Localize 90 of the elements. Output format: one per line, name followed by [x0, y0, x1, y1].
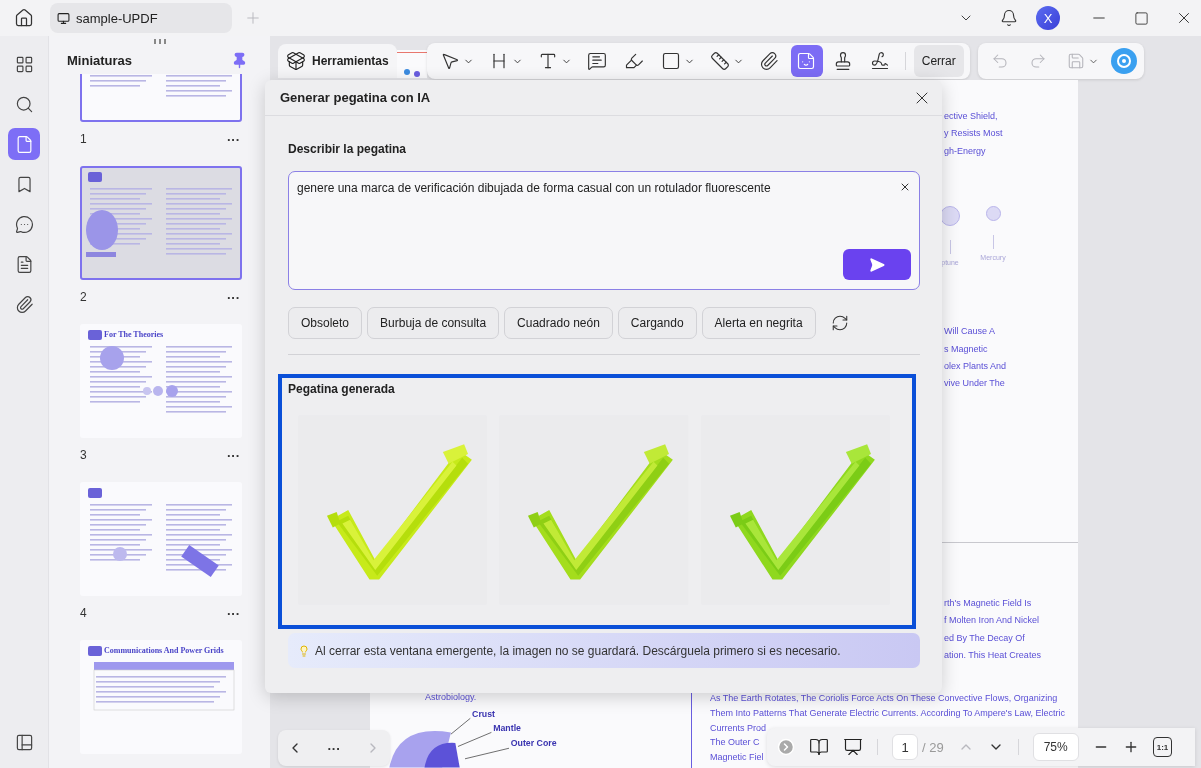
- suggestion-chip[interactable]: Cuadrado neón: [504, 307, 613, 339]
- redo-icon: [1028, 52, 1047, 70]
- reading-mode-icon[interactable]: [809, 737, 829, 757]
- refresh-icon[interactable]: [830, 314, 849, 332]
- suggestion-chip[interactable]: Alerta en negrita: [701, 307, 816, 339]
- zoom-field[interactable]: 75%: [1032, 733, 1079, 761]
- page-thumbnail[interactable]: Communications And Power Grids: [80, 640, 242, 754]
- presentation-icon[interactable]: [843, 737, 863, 757]
- document-text: ed By The Decay Of: [944, 631, 1025, 645]
- suggestion-chip[interactable]: Burbuja de consulta: [367, 307, 500, 339]
- document-text: olex Plants And: [944, 360, 1007, 374]
- comment-icon: [586, 51, 607, 71]
- document-text: s Magnetic: [944, 342, 988, 356]
- planet-icon: [940, 206, 960, 227]
- clear-icon[interactable]: [899, 181, 911, 193]
- diagram-label: Outer Core: [510, 738, 557, 749]
- lightbulb-icon: [298, 644, 310, 657]
- panel-icon: [14, 732, 34, 752]
- suggestion-chip[interactable]: Cargando: [617, 307, 697, 339]
- page-number: 1: [80, 132, 87, 146]
- document-text: vive Under The: [944, 377, 1005, 391]
- document-text: f Molten Iron And Nickel: [944, 614, 1040, 628]
- notice-text: Al cerrar esta ventana emergente, la imagen no se guardará. Descárguela primero si es necesario.: [315, 643, 841, 658]
- search-icon: [14, 94, 34, 114]
- comment-icon: [14, 214, 34, 234]
- page-number: 2: [80, 290, 87, 304]
- document-text: ation. This Heat Creates: [944, 649, 1041, 663]
- save-icon: [1066, 52, 1085, 70]
- signature-icon: [869, 51, 890, 71]
- page-number-field[interactable]: 1: [892, 734, 918, 760]
- prompt-text: genere una marca de verificación dibujada de forma casual con un rotulador fluorescente: [297, 181, 771, 196]
- attachment-icon: [14, 294, 34, 314]
- panel-title: Miniaturas: [67, 52, 132, 68]
- box-icon: [286, 51, 306, 71]
- maximize-icon[interactable]: [1134, 10, 1149, 26]
- leader-line: [464, 748, 510, 760]
- field-label: Describir la pegatina: [288, 142, 408, 156]
- highlighter-icon: [623, 51, 644, 71]
- document-text: ective Shield,: [944, 110, 998, 123]
- more-menu[interactable]: ···: [223, 289, 244, 305]
- close-button[interactable]: Cerrar: [913, 45, 964, 77]
- document-text: rth's Magnetic Field Is: [944, 596, 1032, 610]
- thumbnail-title: Communications And Power Grids: [104, 646, 224, 655]
- prompt-field[interactable]: genere una marca de verificación dibujada de forma casual con un rotulador fluorescente: [288, 171, 920, 290]
- bell-icon[interactable]: [1000, 9, 1018, 27]
- sticker-icon: [795, 51, 816, 71]
- thumbnails-icon: [14, 54, 34, 74]
- more-menu[interactable]: ···: [321, 739, 347, 757]
- page-thumbnail[interactable]: For The Theories: [80, 324, 242, 438]
- document-text: The Outer C: [710, 736, 760, 750]
- document-text: As The Earth Rotates, The Coriolis Force Acts On These Convective Flows, Organizing: [710, 692, 1058, 706]
- tools-button[interactable]: Herramientas: [278, 44, 397, 78]
- planet-icon: [985, 206, 1001, 222]
- more-menu[interactable]: ···: [223, 131, 244, 147]
- document-text: Magnetic Fiel: [710, 750, 764, 764]
- document-text: Currents Prod: [710, 721, 767, 735]
- document-text: Them Into Patterns That Generate Electric Currents. According To Ampere's Law, Electric: [710, 707, 1066, 721]
- page-number: 3: [80, 448, 87, 462]
- diagram-label: Crust: [472, 708, 495, 719]
- more-menu[interactable]: ···: [223, 605, 244, 621]
- document-tab[interactable]: sample-UPDF: [50, 3, 232, 33]
- send-button[interactable]: [843, 249, 911, 280]
- dialog-title: Generar pegatina con IA: [280, 90, 431, 105]
- page-button[interactable]: [8, 128, 40, 160]
- home-icon[interactable]: [14, 8, 34, 28]
- document-text: y Resists Most: [944, 127, 1003, 141]
- suggestion-chip[interactable]: Obsoleto: [288, 307, 363, 339]
- user-avatar[interactable]: X: [1036, 6, 1060, 30]
- ruler-icon: [709, 51, 730, 71]
- ai-assistant-icon[interactable]: [1109, 47, 1138, 75]
- earth-layers-drawing: [389, 731, 460, 768]
- more-menu[interactable]: ···: [223, 447, 244, 463]
- pin-icon[interactable]: [231, 51, 248, 69]
- sticker-tool[interactable]: [790, 45, 823, 77]
- undo-icon: [990, 52, 1009, 70]
- paperclip-icon: [758, 51, 779, 71]
- thumbnail-title: For The Theories: [104, 330, 164, 339]
- page-number: 4: [80, 606, 87, 620]
- document-text: gh-Energy: [944, 144, 986, 158]
- monitor-icon: [57, 11, 70, 25]
- page-total: / 29: [922, 739, 944, 755]
- page-thumbnail[interactable]: [80, 166, 242, 280]
- section-title: Pegatina generada: [288, 382, 396, 396]
- document-text: Will Cause A: [944, 325, 996, 339]
- actual-size-button[interactable]: 1:1: [1152, 737, 1173, 757]
- square-icon: [660, 51, 681, 71]
- send-icon: [869, 256, 885, 273]
- page-thumbnail[interactable]: [80, 482, 242, 596]
- diagram-label: Mantle: [493, 723, 521, 734]
- document-text: Astrobiology.: [425, 691, 477, 704]
